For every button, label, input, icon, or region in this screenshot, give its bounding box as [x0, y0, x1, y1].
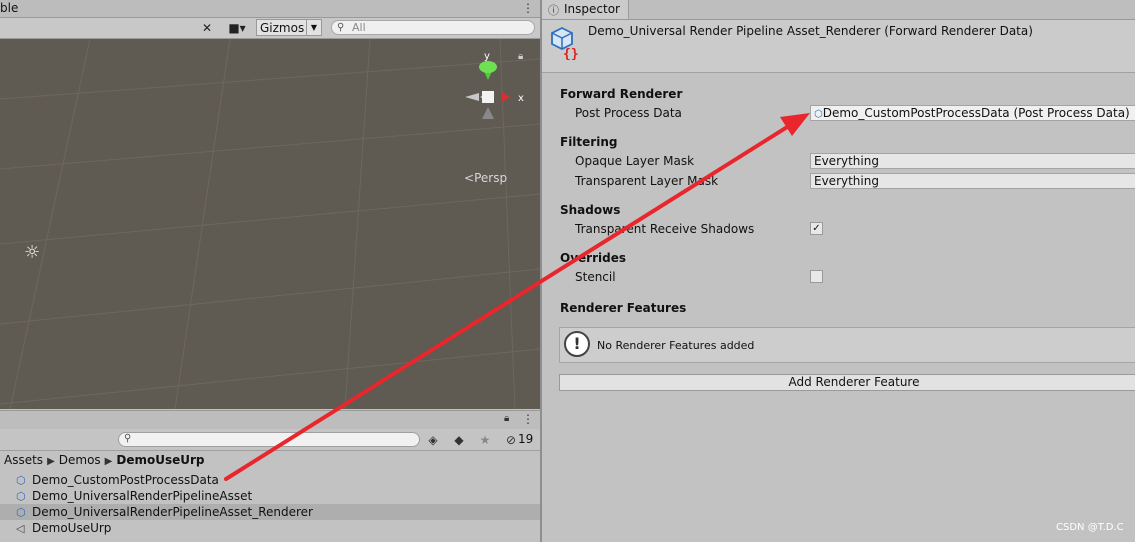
- gizmo-neg-y-cone: [482, 107, 494, 119]
- gizmo-neg-x-tip: [465, 93, 479, 101]
- list-item-selected[interactable]: ⬡ Demo_UniversalRenderPipelineAsset_Rende…: [0, 504, 540, 520]
- add-renderer-feature-button[interactable]: Add Renderer Feature: [559, 374, 1135, 391]
- perspective-label[interactable]: <Persp: [464, 171, 507, 185]
- scriptable-object-icon: ⬡: [16, 490, 26, 503]
- inspector-title: Demo_Universal Render Pipeline Asset_Ren…: [588, 24, 1033, 38]
- gizmos-label: Gizmos: [260, 21, 305, 35]
- scene-menu-icon[interactable]: ⋮: [522, 1, 534, 15]
- asset-list: ⬡ Demo_CustomPostProcessData ⬡ Demo_Univer…: [0, 472, 540, 536]
- search-by-label-icon[interactable]: ◆: [448, 431, 470, 449]
- inspector-header: {} Demo_Universal Render Pipeline Asset_…: [542, 20, 1135, 73]
- transparent-layer-mask-dropdown[interactable]: Everything: [810, 173, 1135, 189]
- tab-inspector[interactable]: ⓘ Inspector: [542, 0, 629, 19]
- search-by-type-icon[interactable]: ◈: [422, 431, 444, 449]
- post-process-data-label: Post Process Data: [575, 106, 682, 120]
- checkmark-icon: ✓: [812, 223, 821, 234]
- project-search-input[interactable]: ⚲: [118, 432, 420, 447]
- camera-icon[interactable]: ■▾: [222, 19, 252, 37]
- section-renderer-features: Renderer Features: [560, 301, 687, 315]
- scene-viewport[interactable]: ☼ y x 🔒︎ <Persp: [0, 39, 540, 409]
- opaque-layer-mask-dropdown[interactable]: Everything: [810, 153, 1135, 169]
- chevron-right-icon: ▶: [104, 456, 113, 467]
- chevron-right-icon: ▶: [47, 456, 55, 467]
- stencil-checkbox[interactable]: [810, 270, 823, 283]
- scene-search-placeholder: All: [352, 21, 366, 34]
- asset-name: DemoUseUrp: [32, 521, 112, 535]
- gizmo-x-cone: [502, 92, 510, 102]
- persp-text: Persp: [474, 171, 508, 185]
- list-item[interactable]: ⬡ Demo_UniversalRenderPipelineAsset: [0, 488, 540, 504]
- inspector-body: Forward Renderer Post Process Data ⬡Demo…: [542, 73, 1135, 542]
- transparent-layer-mask-label: Transparent Layer Mask: [575, 174, 719, 188]
- breadcrumb-item-demos[interactable]: Demos: [59, 453, 101, 467]
- project-menu-icon[interactable]: ⋮: [522, 412, 534, 426]
- svg-text:{}: {}: [563, 47, 579, 60]
- scriptable-object-icon: ⬡: [16, 506, 26, 519]
- list-item[interactable]: ⬡ Demo_CustomPostProcessData: [0, 472, 540, 488]
- breadcrumb: Assets ▶ Demos ▶ DemoUseUrp: [4, 453, 205, 467]
- watermark: CSDN @T.D.C: [1056, 522, 1124, 533]
- section-shadows: Shadows: [560, 203, 621, 217]
- section-forward-renderer: Forward Renderer: [560, 87, 683, 101]
- scriptable-object-icon: ⬡: [814, 109, 823, 120]
- gizmos-dropdown[interactable]: Gizmos ▼: [256, 19, 322, 36]
- lock-icon[interactable]: 🔒︎: [518, 51, 523, 62]
- section-overrides: Overrides: [560, 251, 626, 265]
- gizmo-center-cube: [482, 91, 494, 103]
- search-icon: ⚲: [124, 433, 132, 444]
- asset-name: Demo_UniversalRenderPipelineAsset: [32, 489, 253, 503]
- inspector-tab-bar: ⓘ Inspector: [542, 0, 1135, 20]
- project-toolbar: ⚲ ◈ ◆ ★ ⊘ 19: [0, 429, 540, 451]
- hidden-packages-count: 19: [518, 432, 534, 446]
- info-icon: !: [564, 331, 590, 357]
- project-header: 🔒︎ ⋮: [0, 410, 540, 430]
- gizmo-y-label: y: [484, 51, 490, 62]
- chevron-down-icon[interactable]: ▼: [306, 20, 321, 35]
- asset-name: Demo_CustomPostProcessData: [32, 473, 219, 487]
- scene-icon: ◁: [16, 522, 25, 535]
- search-icon: ⚲: [337, 22, 345, 33]
- directional-light-icon[interactable]: ☼: [24, 242, 40, 263]
- inspector-tab-label: Inspector: [564, 2, 620, 16]
- gizmo-y-cap: [479, 61, 497, 73]
- stencil-label: Stencil: [575, 270, 616, 284]
- forward-renderer-data-icon: {}: [551, 26, 579, 60]
- scriptable-object-icon: ⬡: [16, 474, 26, 487]
- scene-tab-title[interactable]: ble: [0, 1, 18, 15]
- breadcrumb-item-assets[interactable]: Assets: [4, 453, 43, 467]
- renderer-features-info-box: ! No Renderer Features added: [559, 327, 1135, 363]
- lock-icon[interactable]: 🔒︎: [504, 413, 509, 424]
- info-icon: ⓘ: [548, 4, 559, 17]
- transparent-receive-shadows-label: Transparent Receive Shadows: [575, 222, 755, 236]
- scene-tab-bar: ble ⋮: [0, 0, 540, 18]
- transparent-receive-shadows-checkbox[interactable]: ✓: [810, 222, 823, 235]
- tools-icon[interactable]: ✕: [198, 19, 216, 37]
- breadcrumb-item-current[interactable]: DemoUseUrp: [116, 453, 204, 467]
- post-process-data-field[interactable]: ⬡Demo_CustomPostProcessData (Post Proces…: [810, 105, 1135, 121]
- gizmo-x-label: x: [518, 93, 524, 104]
- no-renderer-features-text: No Renderer Features added: [597, 339, 755, 352]
- favorites-star-icon[interactable]: ★: [474, 431, 496, 449]
- post-process-data-value: Demo_CustomPostProcessData (Post Process…: [822, 106, 1130, 120]
- section-filtering: Filtering: [560, 135, 618, 149]
- list-item[interactable]: ◁ DemoUseUrp: [0, 520, 540, 536]
- scene-search-input[interactable]: ⚲ All: [331, 20, 535, 35]
- opaque-layer-mask-label: Opaque Layer Mask: [575, 154, 695, 168]
- scene-toolbar: ✕ ■▾ Gizmos ▼ ⚲ All: [0, 18, 540, 39]
- asset-name: Demo_UniversalRenderPipelineAsset_Render…: [32, 505, 313, 519]
